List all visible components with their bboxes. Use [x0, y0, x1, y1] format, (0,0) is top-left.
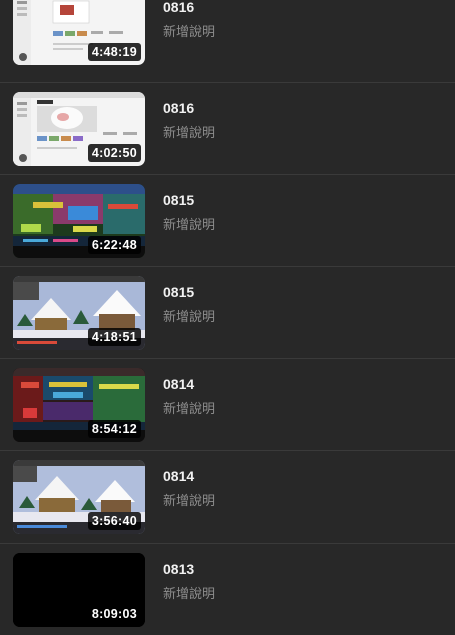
- video-thumbnail[interactable]: 3:56:40: [13, 460, 145, 534]
- video-row[interactable]: 4:48:19 0816 新增說明: [0, 0, 455, 74]
- video-duration: 4:02:50: [87, 144, 141, 162]
- add-description-link[interactable]: 新增說明: [163, 122, 215, 141]
- video-title[interactable]: 0814: [163, 468, 194, 484]
- video-thumbnail[interactable]: 4:48:19: [13, 0, 145, 65]
- video-duration: 8:09:03: [87, 605, 141, 623]
- add-description-link[interactable]: 新增說明: [163, 214, 215, 233]
- add-description-link[interactable]: 新增說明: [163, 398, 215, 417]
- video-thumbnail[interactable]: 4:18:51: [13, 276, 145, 350]
- video-title[interactable]: 0813: [163, 561, 194, 577]
- video-row[interactable]: 4:02:50 0816 新增說明: [0, 82, 455, 174]
- video-title[interactable]: 0815: [163, 192, 194, 208]
- video-duration: 4:18:51: [87, 328, 141, 346]
- video-title[interactable]: 0814: [163, 376, 194, 392]
- add-description-link[interactable]: 新增說明: [163, 21, 215, 40]
- video-thumbnail[interactable]: 6:22:48: [13, 184, 145, 258]
- video-row[interactable]: 8:54:12 0814 新增說明: [0, 358, 455, 450]
- video-title[interactable]: 0816: [163, 100, 194, 116]
- add-description-link[interactable]: 新增說明: [163, 583, 215, 602]
- video-row[interactable]: 3:56:40 0814 新增說明: [0, 450, 455, 542]
- video-duration: 4:48:19: [87, 43, 141, 61]
- video-thumbnail[interactable]: 4:02:50: [13, 92, 145, 166]
- video-duration: 3:56:40: [87, 512, 141, 530]
- video-title[interactable]: 0815: [163, 284, 194, 300]
- video-duration: 6:22:48: [87, 236, 141, 254]
- video-title[interactable]: 0816: [163, 0, 194, 15]
- video-list: 4:48:19 0816 新增說明 4:02:50 0816 新增說明 6:22…: [0, 0, 455, 627]
- video-duration: 8:54:12: [87, 420, 141, 438]
- add-description-link[interactable]: 新增說明: [163, 306, 215, 325]
- video-row[interactable]: 6:22:48 0815 新增說明: [0, 174, 455, 266]
- add-description-link[interactable]: 新增說明: [163, 490, 215, 509]
- video-thumbnail[interactable]: 8:54:12: [13, 368, 145, 442]
- video-row[interactable]: 8:09:03 0813 新增說明: [0, 543, 455, 635]
- video-thumbnail[interactable]: 8:09:03: [13, 553, 145, 627]
- video-row[interactable]: 4:18:51 0815 新增說明: [0, 266, 455, 358]
